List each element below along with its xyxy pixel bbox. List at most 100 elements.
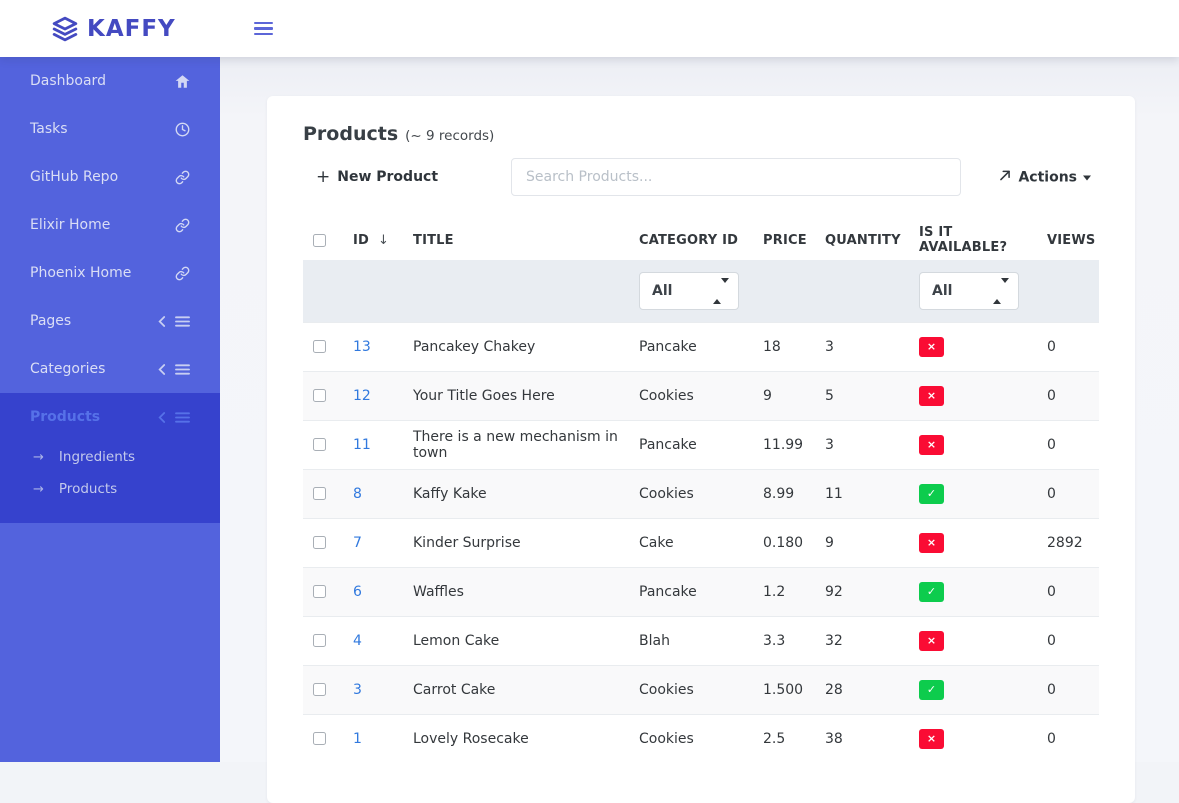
availability-badge: × [919, 729, 944, 749]
cell-views: 0 [1037, 567, 1099, 616]
cell-price: 1.2 [753, 567, 815, 616]
table-row: 8 Kaffy Kake Cookies 8.99 11 ✓ 0 [303, 469, 1099, 518]
row-id-link[interactable]: 1 [353, 731, 362, 747]
search-input[interactable] [511, 158, 961, 196]
sidebar-item-pages[interactable]: Pages [0, 297, 220, 345]
main-content: Products (~ 9 records) + New Product Act… [220, 57, 1179, 762]
row-checkbox[interactable] [313, 536, 326, 549]
link-icon [175, 170, 190, 185]
available-filter-select[interactable]: All [919, 272, 1019, 310]
chevron-left-icon [157, 315, 166, 328]
row-id-link[interactable]: 7 [353, 535, 362, 551]
row-checkbox[interactable] [313, 634, 326, 647]
cell-views: 0 [1037, 322, 1099, 371]
toolbar: + New Product Actions [303, 158, 1099, 196]
link-icon [175, 266, 190, 281]
menu-icon [175, 363, 190, 376]
new-product-button[interactable]: + New Product [316, 167, 438, 187]
cell-price: 1.500 [753, 665, 815, 714]
home-icon [175, 74, 190, 89]
cell-price: 3.3 [753, 616, 815, 665]
menu-icon [175, 411, 190, 424]
row-checkbox[interactable] [313, 438, 326, 451]
cell-views: 0 [1037, 714, 1099, 763]
cell-price: 2.5 [753, 714, 815, 763]
brand-logo[interactable]: KAFFY [52, 16, 176, 42]
row-checkbox[interactable] [313, 487, 326, 500]
column-header-available[interactable]: IS IT AVAILABLE? [909, 220, 1037, 260]
cell-quantity: 3 [815, 420, 909, 469]
cell-title: Lovely Rosecake [403, 714, 629, 763]
cell-price: 18 [753, 322, 815, 371]
availability-badge: ✓ [919, 680, 944, 700]
row-id-link[interactable]: 3 [353, 682, 362, 698]
sidebar-item-categories[interactable]: Categories [0, 345, 220, 393]
table-header-row: ID↓ TITLE CATEGORY ID PRICE QUANTITY IS … [303, 220, 1099, 260]
clock-icon [175, 122, 190, 137]
products-table: ID↓ TITLE CATEGORY ID PRICE QUANTITY IS … [303, 220, 1099, 763]
table-row: 6 Waffles Pancake 1.2 92 ✓ 0 [303, 567, 1099, 616]
availability-badge: × [919, 533, 944, 553]
column-header-title[interactable]: TITLE [403, 220, 629, 260]
sidebar-item-phoenix-home[interactable]: Phoenix Home [0, 249, 220, 297]
cell-quantity: 9 [815, 518, 909, 567]
arrow-up-right-icon [998, 168, 1012, 187]
sidebar-item-tasks[interactable]: Tasks [0, 105, 220, 153]
arrow-right-icon: → [33, 482, 44, 497]
cell-category: Pancake [629, 322, 753, 371]
availability-badge: × [919, 337, 944, 357]
table-row: 3 Carrot Cake Cookies 1.500 28 ✓ 0 [303, 665, 1099, 714]
table-row: 7 Kinder Surprise Cake 0.180 9 × 2892 [303, 518, 1099, 567]
row-checkbox[interactable] [313, 585, 326, 598]
sidebar-item-github-repo[interactable]: GitHub Repo [0, 153, 220, 201]
row-id-link[interactable]: 6 [353, 584, 362, 600]
cell-views: 2892 [1037, 518, 1099, 567]
column-header-id[interactable]: ID↓ [343, 220, 403, 260]
row-checkbox[interactable] [313, 389, 326, 402]
menu-icon [175, 315, 190, 328]
category-filter-select[interactable]: All [639, 272, 739, 310]
actions-dropdown-button[interactable]: Actions [998, 168, 1091, 187]
cell-quantity: 28 [815, 665, 909, 714]
column-header-price[interactable]: PRICE [753, 220, 815, 260]
column-header-views[interactable]: VIEWS [1037, 220, 1099, 260]
column-header-category[interactable]: CATEGORY ID [629, 220, 753, 260]
cell-price: 8.99 [753, 469, 815, 518]
cell-quantity: 5 [815, 371, 909, 420]
row-checkbox[interactable] [313, 732, 326, 745]
table-row: 4 Lemon Cake Blah 3.3 32 × 0 [303, 616, 1099, 665]
chevron-left-icon [157, 363, 166, 376]
records-count: (~ 9 records) [405, 128, 494, 144]
cell-title: Kinder Surprise [403, 518, 629, 567]
column-header-quantity[interactable]: QUANTITY [815, 220, 909, 260]
sidebar-subitem-ingredients[interactable]: → Ingredients [0, 441, 220, 473]
brand-name: KAFFY [87, 16, 176, 42]
page-title: Products [303, 122, 398, 146]
sidebar-subitem-products[interactable]: → Products [0, 473, 220, 505]
cell-title: Your Title Goes Here [403, 371, 629, 420]
sidebar-item-dashboard[interactable]: Dashboard [0, 57, 220, 105]
cell-quantity: 3 [815, 322, 909, 371]
table-row: 13 Pancakey Chakey Pancake 18 3 × 0 [303, 322, 1099, 371]
row-checkbox[interactable] [313, 340, 326, 353]
sidebar-item-elixir-home[interactable]: Elixir Home [0, 201, 220, 249]
row-id-link[interactable]: 13 [353, 339, 371, 355]
row-checkbox[interactable] [313, 683, 326, 696]
cell-title: Waffles [403, 567, 629, 616]
cell-price: 0.180 [753, 518, 815, 567]
arrow-right-icon: → [33, 450, 44, 465]
row-id-link[interactable]: 4 [353, 633, 362, 649]
cell-price: 11.99 [753, 420, 815, 469]
availability-badge: × [919, 631, 944, 651]
select-all-checkbox[interactable] [313, 234, 326, 247]
table-row: 11 There is a new mechanism in town Panc… [303, 420, 1099, 469]
cell-views: 0 [1037, 665, 1099, 714]
sidebar-item-products[interactable]: Products [0, 393, 220, 441]
row-id-link[interactable]: 11 [353, 437, 371, 453]
menu-toggle-icon[interactable] [254, 15, 274, 43]
availability-badge: × [919, 435, 944, 455]
row-id-link[interactable]: 12 [353, 388, 371, 404]
table-row: 12 Your Title Goes Here Cookies 9 5 × 0 [303, 371, 1099, 420]
row-id-link[interactable]: 8 [353, 486, 362, 502]
cell-title: There is a new mechanism in town [403, 420, 629, 469]
